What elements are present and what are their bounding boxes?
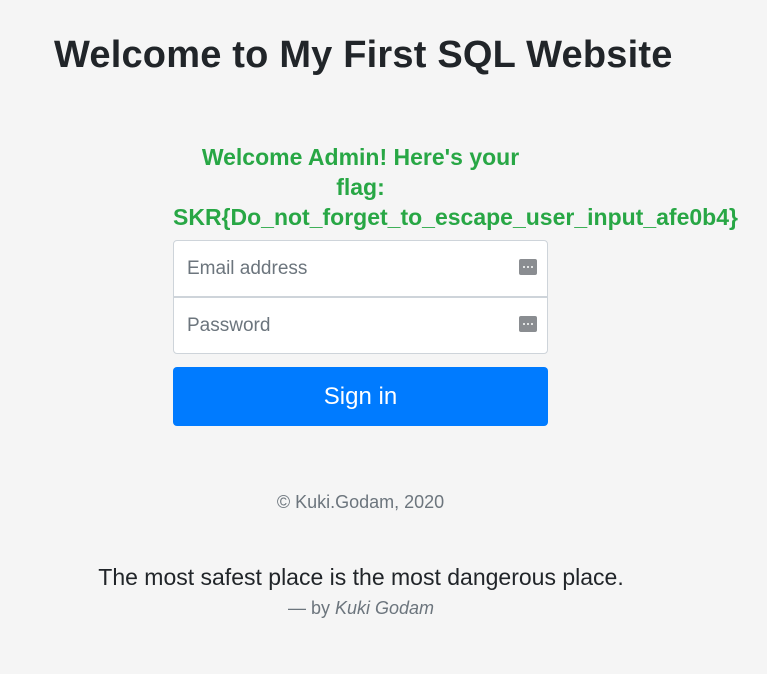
password-manager-key-icon[interactable] — [519, 316, 537, 332]
sign-in-button[interactable]: Sign in — [173, 367, 548, 426]
flag-value: SKR{Do_not_forget_to_escape_user_input_a… — [173, 204, 738, 230]
quote-by-prefix: — by — [287, 598, 330, 618]
quote-text: The most safest place is the most danger… — [98, 564, 624, 590]
quote-block: The most safest place is the most danger… — [0, 562, 722, 620]
quote-author: Kuki Godam — [334, 598, 435, 618]
password-field[interactable] — [174, 298, 507, 353]
quote-attribution: — by Kuki Godam — [0, 596, 722, 620]
password-manager-key-icon[interactable] — [519, 259, 537, 275]
email-field[interactable] — [174, 241, 507, 296]
password-field-container — [173, 297, 548, 354]
flag-message: Welcome Admin! Here's your flag: SKR{Do_… — [173, 142, 738, 232]
copyright-text: © Kuki.Godam, 2020 — [276, 492, 445, 512]
email-field-container — [173, 240, 548, 297]
sign-in-form: Welcome Admin! Here's your flag: SKR{Do_… — [173, 142, 738, 426]
flag-label: flag: — [336, 174, 385, 200]
page-title: Welcome to My First SQL Website — [54, 34, 673, 76]
welcome-message-line: Welcome Admin! Here's your — [201, 144, 520, 170]
